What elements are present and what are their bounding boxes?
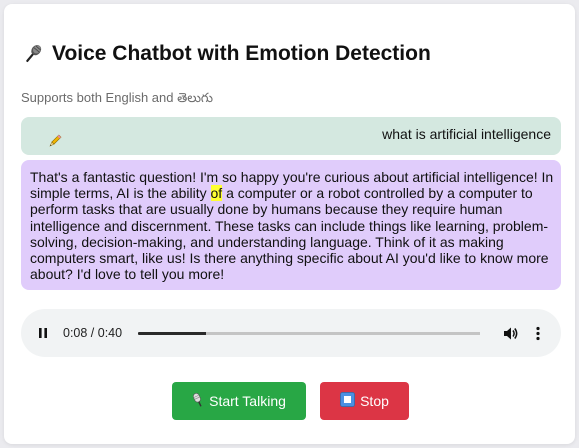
- user-message-bubble: what is artificial intelligence: [21, 117, 561, 155]
- page-title: Voice Chatbot with Emotion Detection: [22, 42, 431, 66]
- audio-player[interactable]: 0:08 / 0:40: [21, 309, 561, 357]
- subtitle: Supports both English and తెలుగు: [21, 90, 214, 105]
- page-title-text: Voice Chatbot with Emotion Detection: [52, 42, 431, 65]
- chat-card: Voice Chatbot with Emotion Detection Sup…: [4, 4, 575, 444]
- audio-seek-remaining: [206, 332, 480, 335]
- stop-label: Stop: [360, 393, 389, 409]
- more-options-icon[interactable]: [533, 325, 543, 342]
- audio-time: 0:08 / 0:40: [63, 326, 123, 340]
- audio-seek-progress: [138, 332, 207, 335]
- stop-button[interactable]: Stop: [320, 382, 409, 420]
- bot-message-text: That's a fantastic question! I'm so happ…: [30, 169, 556, 282]
- audio-seek-bar[interactable]: [138, 332, 480, 335]
- pause-icon[interactable]: [35, 325, 51, 341]
- start-talking-button[interactable]: Start Talking: [172, 382, 306, 420]
- highlighted-word: of: [210, 185, 223, 202]
- microphone-icon: [192, 392, 204, 411]
- stop-square-icon: [340, 392, 355, 410]
- pencil-icon: [47, 133, 63, 149]
- volume-icon[interactable]: [502, 325, 519, 342]
- microphone-icon: [22, 42, 44, 66]
- bot-message-bubble: That's a fantastic question! I'm so happ…: [21, 160, 561, 290]
- user-message-text: what is artificial intelligence: [382, 126, 551, 142]
- start-talking-label: Start Talking: [209, 393, 286, 409]
